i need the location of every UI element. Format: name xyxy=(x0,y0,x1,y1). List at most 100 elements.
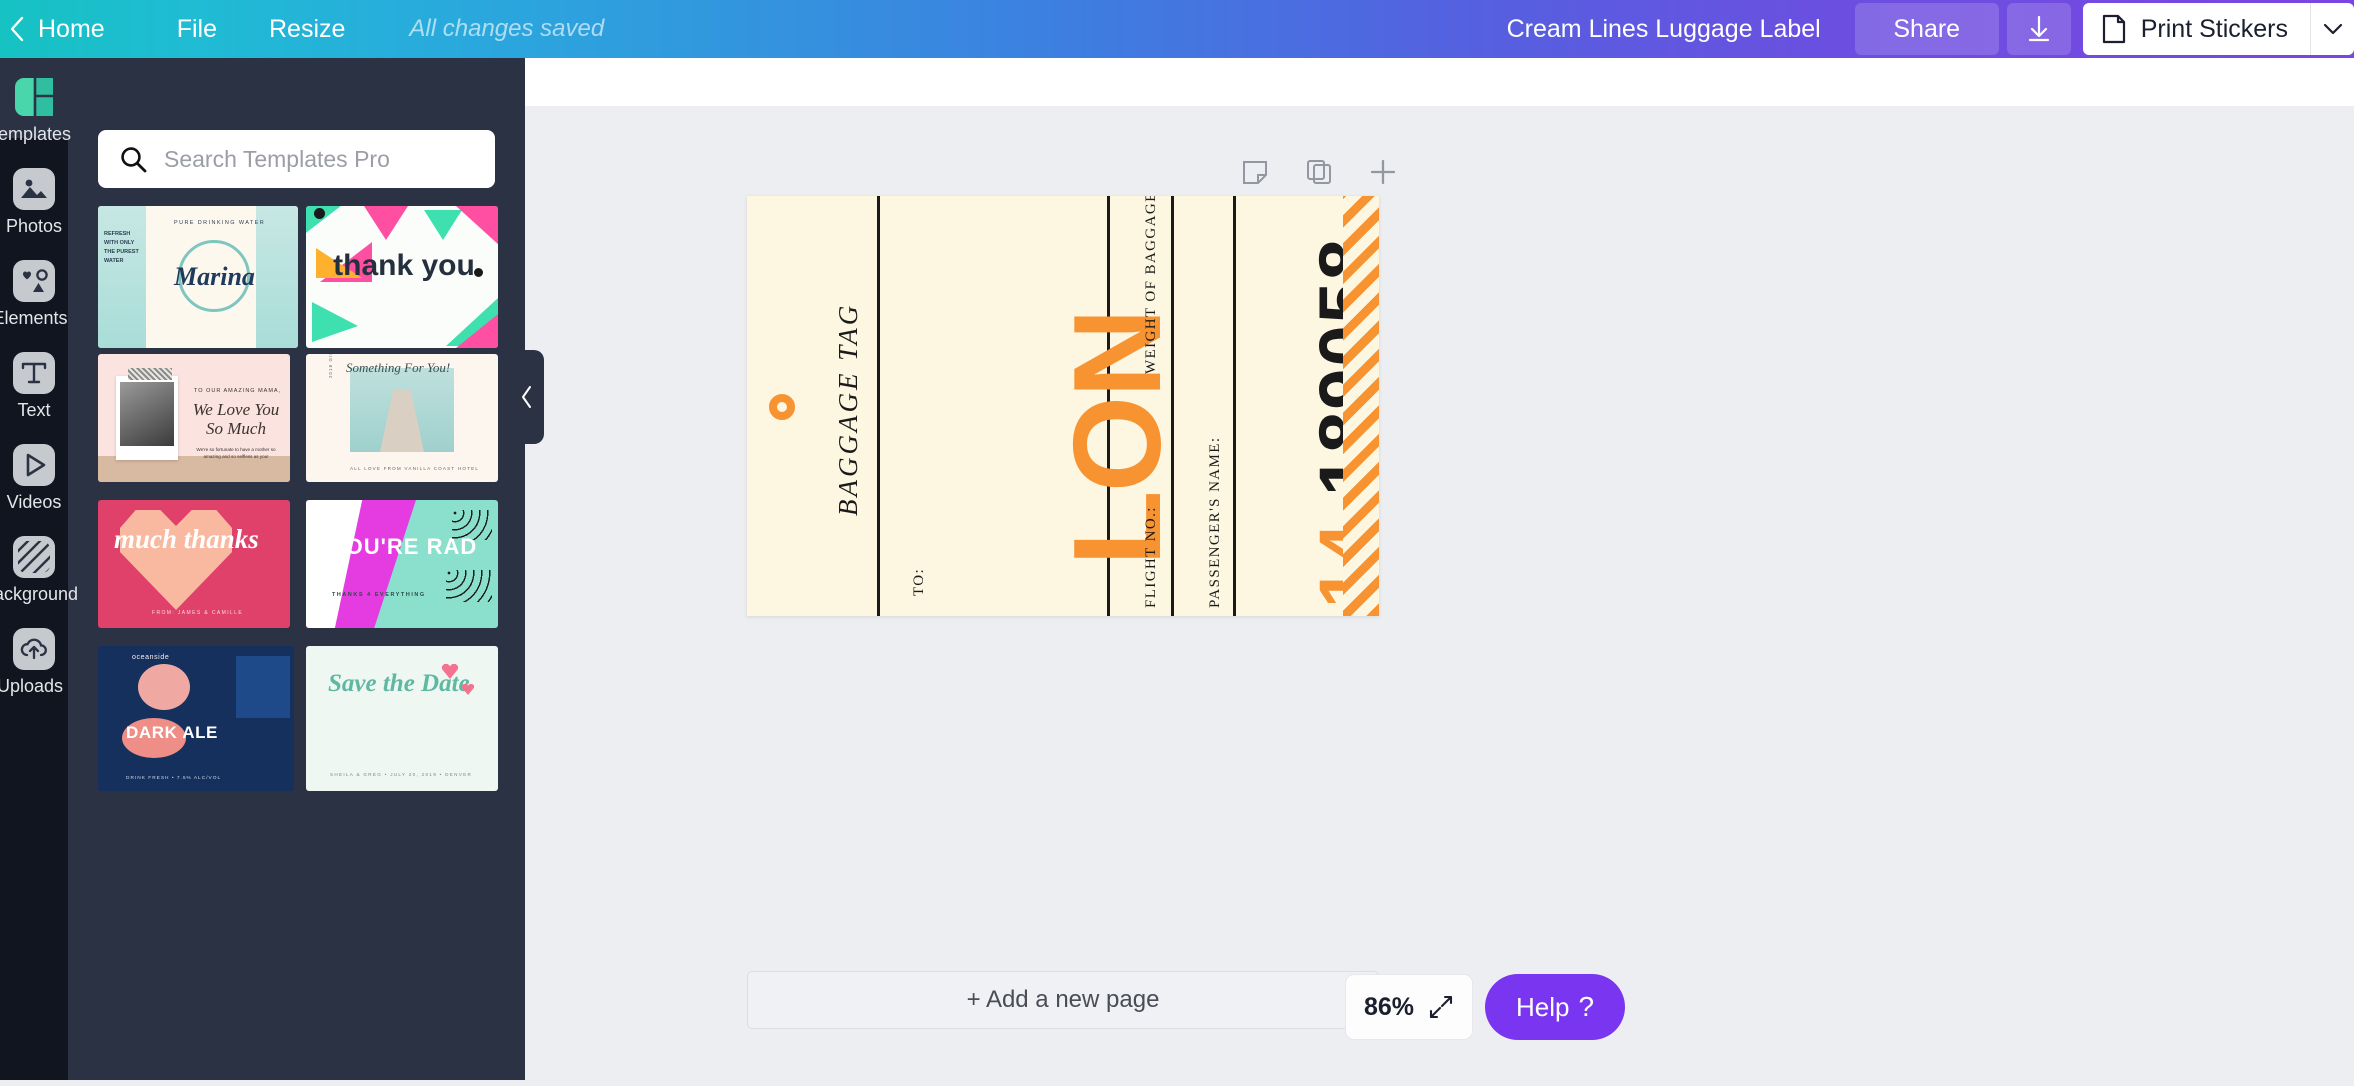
video-icon xyxy=(13,444,55,486)
file-menu[interactable]: File xyxy=(151,0,243,58)
print-options-caret[interactable] xyxy=(2310,3,2354,55)
add-new-page-button[interactable]: + Add a new page xyxy=(747,971,1379,1029)
list-item[interactable]: Save the Date SHEILA & GREG • JULY 20, 2… xyxy=(306,646,498,791)
canvas-toolbar xyxy=(1235,152,1403,192)
thumb-kicker: oceanside xyxy=(132,654,170,661)
thumb-kicker: 2018 GIFT CERTIFICATE xyxy=(328,354,333,378)
sidebar-item-uploads[interactable]: Uploads xyxy=(0,628,68,697)
thumb-title: Save the Date xyxy=(328,670,470,697)
sidebar-label-uploads: Uploads xyxy=(0,676,64,696)
search-templates-box[interactable] xyxy=(98,130,495,188)
list-item[interactable]: PURE DRINKING WATER Marina REFRESH WITH … xyxy=(98,206,298,348)
list-item[interactable]: much thanks FROM: JAMES & CAMILLE xyxy=(98,500,290,628)
thumb-decor xyxy=(256,206,298,348)
list-item[interactable]: YOU'RE RAD THANKS 4 EVERYTHING xyxy=(306,500,498,628)
zoom-level[interactable]: 86% xyxy=(1364,993,1414,1022)
flight-no-label: FLIGHT NO.: xyxy=(1143,506,1159,608)
thumb-body: We're so fortunate to have a mother so a… xyxy=(196,447,276,459)
question-mark-icon: ? xyxy=(1578,991,1595,1022)
list-item[interactable]: Something For You! 2018 GIFT CERTIFICATE… xyxy=(306,354,498,482)
divider-line xyxy=(1233,196,1236,616)
print-stickers-button[interactable]: Print Stickers xyxy=(2082,3,2310,55)
save-status: All changes saved xyxy=(409,15,605,42)
resize-menu[interactable]: Resize xyxy=(243,0,371,58)
expand-icon[interactable] xyxy=(1428,994,1454,1020)
thumb-decor xyxy=(314,208,325,219)
back-button[interactable] xyxy=(4,0,30,58)
print-stickers-label: Print Stickers xyxy=(2140,14,2288,43)
thumb-body: DRINK FRESH • 7.5% ALC/VOL xyxy=(126,776,222,781)
sidebar-label-text: Text xyxy=(17,400,51,420)
divider-line xyxy=(877,196,880,616)
thumb-body: FROM: JAMES & CAMILLE xyxy=(152,610,244,616)
upload-icon xyxy=(13,628,55,670)
sidebar-item-text[interactable]: Text xyxy=(0,352,68,421)
sidebar-item-templates[interactable]: Templates xyxy=(0,76,71,145)
passenger-name-label: PASSENGER'S NAME: xyxy=(1207,436,1223,608)
download-icon xyxy=(2028,15,2049,42)
thumb-title: DARK ALE xyxy=(126,723,218,742)
sidebar-label-photos: Photos xyxy=(5,216,63,236)
thumb-title: thank you xyxy=(333,249,475,282)
sidebar-label-videos: Videos xyxy=(6,492,62,512)
chevron-down-icon xyxy=(2323,23,2342,35)
eyelet-icon xyxy=(769,394,795,420)
thumb-decor xyxy=(128,368,172,380)
download-button[interactable] xyxy=(2006,3,2071,55)
templates-panel: PURE DRINKING WATER Marina REFRESH WITH … xyxy=(68,58,525,1080)
collapse-panel-button[interactable] xyxy=(510,350,544,444)
chevron-left-icon xyxy=(522,386,531,408)
stripe-band xyxy=(1343,196,1379,616)
thumb-body: SHEILA & GREG • JULY 20, 2019 • DENVER xyxy=(330,772,473,777)
thumb-decor xyxy=(312,302,358,342)
sidebar-label-background: Background xyxy=(0,584,79,604)
thumb-title: Something For You! xyxy=(346,360,451,375)
thumb-decor xyxy=(446,570,492,602)
search-icon xyxy=(121,147,147,173)
editor-area: BAGGAGE TAG TO: LON WEIGHT OF BAGGAGE: F… xyxy=(525,58,2354,1080)
to-label: TO: xyxy=(911,567,927,596)
thumb-decor xyxy=(236,656,290,718)
duplicate-icon[interactable] xyxy=(1299,152,1339,192)
photo-icon xyxy=(13,168,55,210)
sticky-note-icon[interactable] xyxy=(1235,152,1275,192)
sidebar-label-elements: Elements xyxy=(0,308,68,328)
thumb-decor xyxy=(456,206,498,246)
list-item[interactable]: TO OUR AMAZING MAMA, We Love You So Much… xyxy=(98,354,290,482)
templates-grid: PURE DRINKING WATER Marina REFRESH WITH … xyxy=(96,206,506,1086)
thumb-kicker: PURE DRINKING WATER xyxy=(174,220,266,226)
sidebar-item-photos[interactable]: Photos xyxy=(0,168,68,237)
list-item[interactable]: thank you xyxy=(306,206,498,348)
templates-icon xyxy=(13,76,55,118)
home-menu[interactable]: Home xyxy=(30,0,151,58)
thumb-title: Marina xyxy=(174,262,255,291)
thumb-decor xyxy=(424,210,462,240)
plus-icon[interactable] xyxy=(1363,152,1403,192)
thumb-decor xyxy=(306,206,346,236)
thumb-body: ALL LOVE FROM VANILLA COAST HOTEL xyxy=(350,466,480,471)
background-icon xyxy=(13,536,55,578)
thumb-title: We Love You So Much xyxy=(192,400,280,438)
list-item[interactable]: oceanside DARK ALE DRINK FRESH • 7.5% AL… xyxy=(98,646,294,791)
chevron-left-icon xyxy=(10,16,24,42)
sidebar-item-elements[interactable]: Elements xyxy=(0,260,68,329)
share-button[interactable]: Share xyxy=(1854,3,1999,55)
thumb-decor xyxy=(120,382,174,446)
thumb-title: YOU'RE RAD xyxy=(330,534,478,559)
baggage-tag-title: BAGGAGE TAG xyxy=(833,302,863,516)
text-icon xyxy=(13,352,55,394)
design-title[interactable]: Cream Lines Luggage Label xyxy=(1485,0,1843,58)
sidebar-item-background[interactable]: Background xyxy=(0,536,78,605)
design-canvas[interactable]: BAGGAGE TAG TO: LON WEIGHT OF BAGGAGE: F… xyxy=(747,196,1379,616)
editor-top-strip xyxy=(525,58,2354,106)
sidebar-item-videos[interactable]: Videos xyxy=(0,444,68,513)
help-label: Help xyxy=(1515,991,1570,1022)
elements-icon xyxy=(13,260,55,302)
thumb-body: REFRESH WITH ONLY THE PUREST WATER xyxy=(104,231,139,264)
search-input[interactable] xyxy=(164,145,464,173)
help-button[interactable]: Help ? xyxy=(1485,974,1625,1040)
thumb-decor xyxy=(98,206,146,348)
thumb-title: much thanks xyxy=(114,524,259,554)
thumb-decor xyxy=(364,206,408,240)
thumb-decor xyxy=(138,664,190,710)
